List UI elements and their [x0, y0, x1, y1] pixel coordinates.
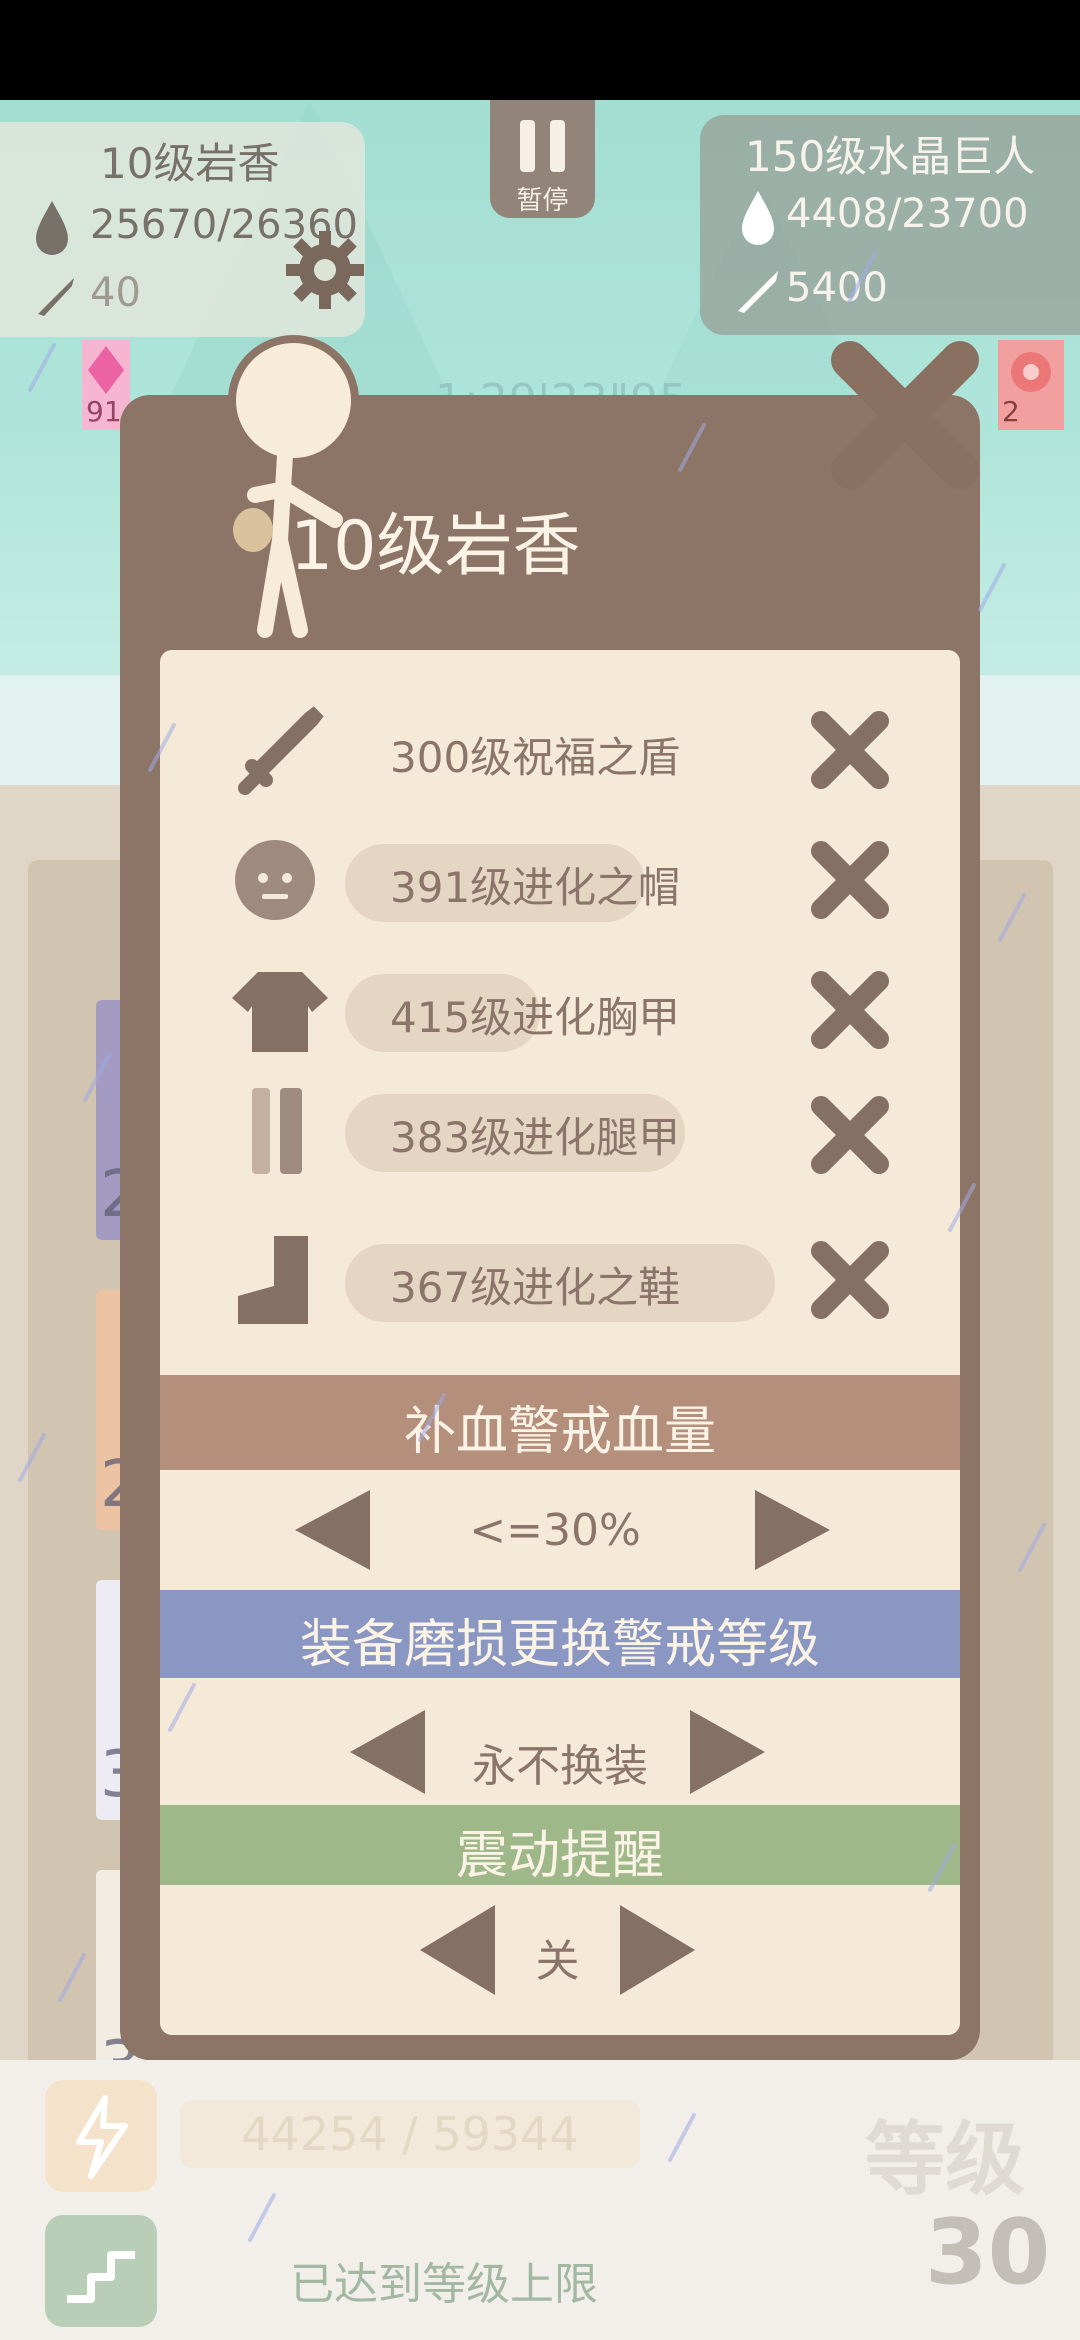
- heal-increase-arrow[interactable]: [755, 1490, 830, 1570]
- wear-alert-value: 永不换装: [472, 1741, 648, 1792]
- close-icon[interactable]: [820, 330, 990, 500]
- equipment-label: 383级进化腿甲: [390, 1113, 681, 1162]
- equipment-label: 300级祝福之盾: [390, 733, 681, 782]
- heal-decrease-arrow[interactable]: [295, 1490, 370, 1570]
- wear-decrease-arrow[interactable]: [350, 1710, 425, 1794]
- remove-equipment-icon[interactable]: [805, 705, 895, 795]
- boot-icon: [238, 1236, 308, 1324]
- helmet-icon: [235, 840, 315, 920]
- heal-alert-value: <=30%: [469, 1505, 641, 1556]
- equipment-label: 391级进化之帽: [390, 863, 681, 912]
- vibrate-header: 震动提醒: [160, 1805, 960, 1886]
- wear-increase-arrow[interactable]: [690, 1710, 765, 1794]
- remove-equipment-icon[interactable]: [805, 965, 895, 1055]
- wear-alert-header: 装备磨损更换警戒等级: [160, 1590, 960, 1678]
- dialog-title: 10级岩香: [290, 507, 581, 586]
- vibrate-title: 震动提醒: [455, 1826, 664, 1886]
- sword-icon: [238, 706, 324, 795]
- heal-alert-header: 补血警戒血量: [160, 1375, 960, 1470]
- remove-equipment-icon[interactable]: [805, 1090, 895, 1180]
- character-avatar: [228, 335, 359, 466]
- vibrate-off-arrow[interactable]: [420, 1905, 495, 1995]
- remove-equipment-icon[interactable]: [805, 835, 895, 925]
- armor-icon: [232, 972, 328, 1052]
- remove-equipment-icon[interactable]: [805, 1235, 895, 1325]
- vibrate-on-arrow[interactable]: [620, 1905, 695, 1995]
- heal-alert-title: 补血警戒血量: [403, 1402, 716, 1462]
- legs-icon: [252, 1088, 302, 1174]
- equipment-label: 415级进化胸甲: [390, 993, 681, 1042]
- equipment-label: 367级进化之鞋: [390, 1263, 681, 1312]
- wear-alert-title: 装备磨损更换警戒等级: [299, 1615, 820, 1675]
- gear-icon[interactable]: [280, 225, 370, 315]
- vibrate-value: 关: [535, 1936, 580, 1987]
